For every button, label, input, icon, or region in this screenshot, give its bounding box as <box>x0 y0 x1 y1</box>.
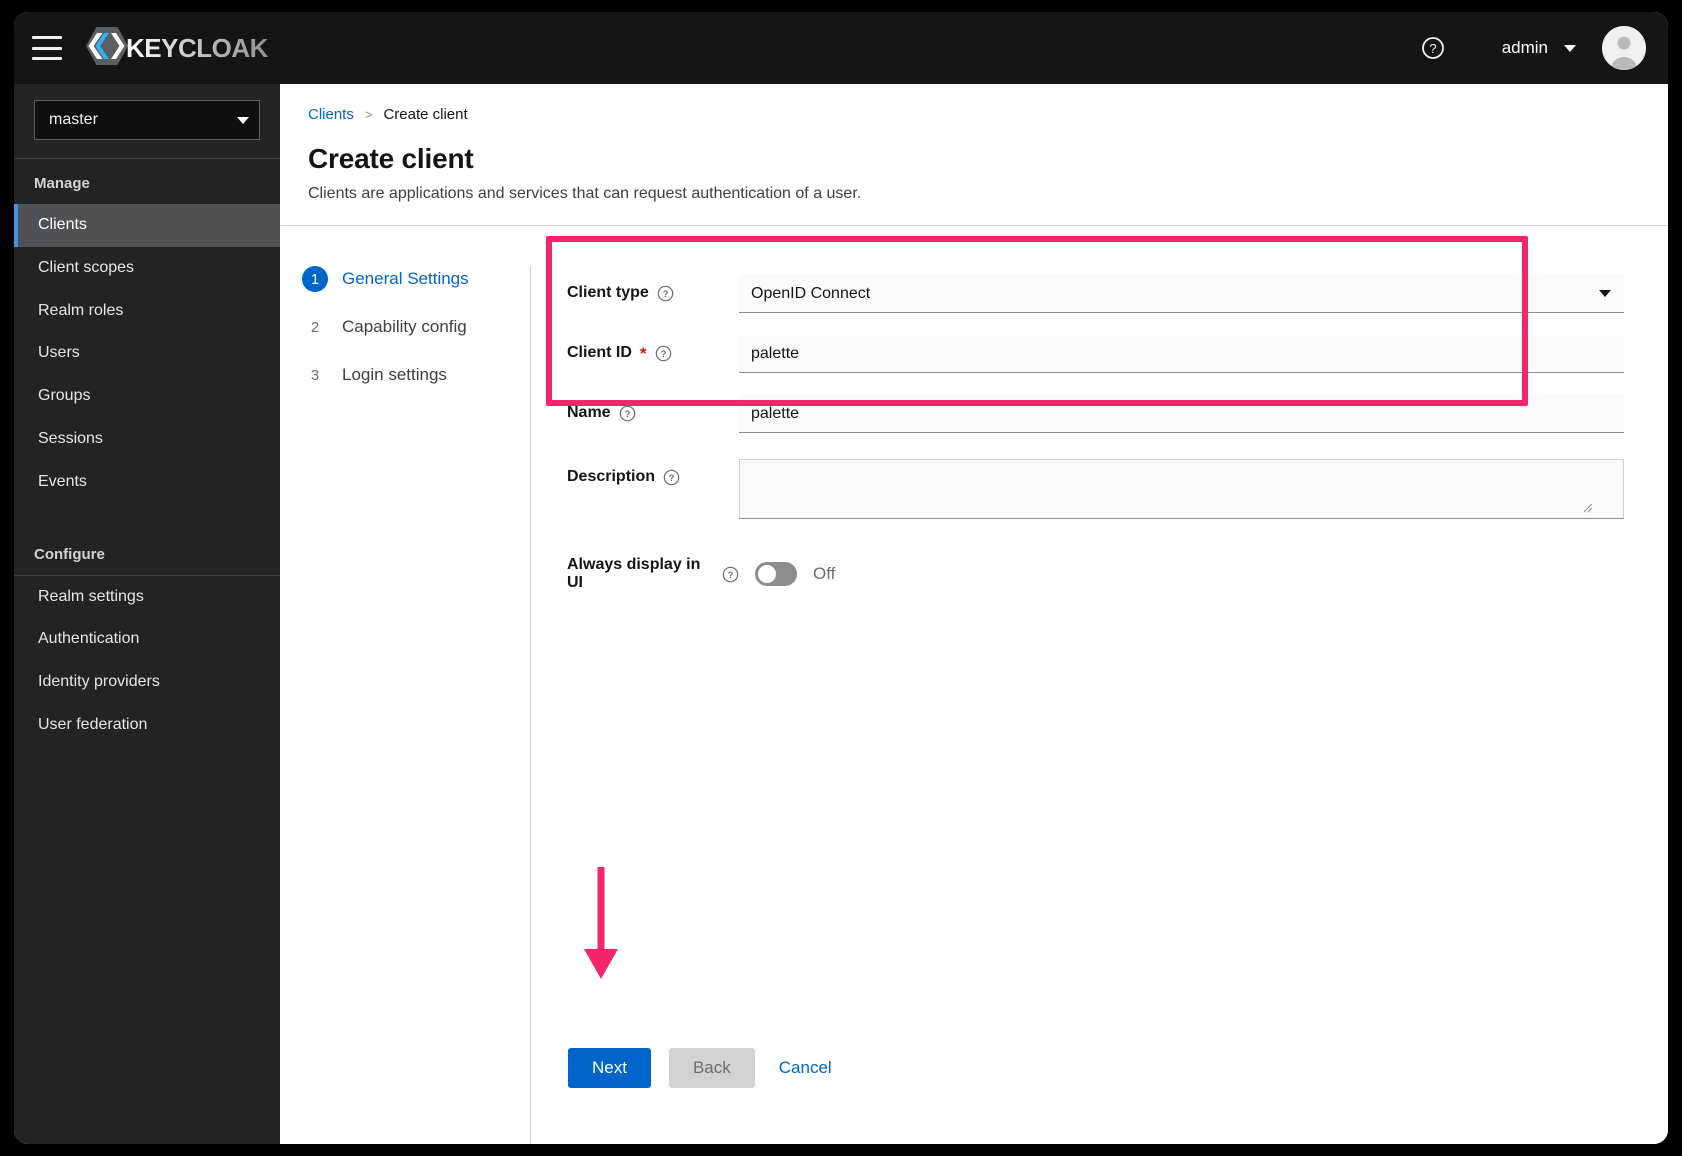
required-marker: * <box>639 343 647 363</box>
sidebar-item-realm-settings[interactable]: Realm settings <box>14 576 280 619</box>
sidebar-item-sessions[interactable]: Sessions <box>14 418 280 461</box>
create-client-wizard: 1 General Settings 2 Capability config 3… <box>280 226 1668 605</box>
label-text: Description <box>567 468 656 485</box>
wizard-step-capability-config[interactable]: 2 Capability config <box>302 314 530 340</box>
avatar[interactable] <box>1602 26 1646 70</box>
description-field <box>739 459 1624 524</box>
wizard-step-label: Login settings <box>342 365 447 384</box>
help-icon[interactable]: ? <box>655 345 672 362</box>
breadcrumb: Clients > Create client <box>308 106 1640 123</box>
field-row-client-id: Client ID * ? <box>553 326 1638 382</box>
label-description: Description ? <box>567 459 739 486</box>
wizard-step-number: 1 <box>302 266 328 292</box>
sidebar-item-realm-roles[interactable]: Realm roles <box>14 290 280 333</box>
chevron-down-icon <box>1564 44 1576 52</box>
sidebar-item-identity-providers[interactable]: Identity providers <box>14 661 280 704</box>
label-text: Always display in UI <box>567 556 701 591</box>
page-title: Create client <box>308 143 474 174</box>
masthead-actions: ? admin <box>1410 25 1668 71</box>
help-icon[interactable]: ? <box>619 405 636 422</box>
cancel-button[interactable]: Cancel <box>773 1048 838 1088</box>
client-type-select[interactable]: OpenID Connect <box>739 275 1624 313</box>
sidebar-item-clients[interactable]: Clients <box>14 204 280 247</box>
breadcrumb-link-clients[interactable]: Clients <box>308 106 354 123</box>
user-name: admin <box>1501 38 1548 57</box>
wizard-step-general-settings[interactable]: 1 General Settings <box>302 266 530 292</box>
svg-text:?: ? <box>1429 41 1436 56</box>
sidebar-item-users[interactable]: Users <box>14 332 280 375</box>
realm-selector[interactable]: master <box>34 100 260 140</box>
sidebar-item-client-scopes[interactable]: Client scopes <box>14 247 280 290</box>
realm-selector-value: master <box>49 111 98 128</box>
svg-text:?: ? <box>660 349 666 360</box>
always-display-toggle[interactable] <box>755 562 797 586</box>
label-text: Name <box>567 404 611 421</box>
svg-text:?: ? <box>624 409 630 420</box>
svg-text:?: ? <box>669 473 675 484</box>
nav-group-manage: Manage Clients Client scopes Realm roles… <box>14 159 280 504</box>
label-client-type: Client type ? <box>567 275 739 302</box>
nav-group-title-manage: Manage <box>34 175 90 192</box>
masthead: KEYCLOAK ? admin <box>14 12 1668 84</box>
client-id-field <box>739 335 1624 373</box>
label-text: Client type <box>567 284 649 301</box>
client-type-select-wrap: OpenID Connect <box>739 275 1624 313</box>
sidebar: master Manage Clients Client scopes Real… <box>14 84 280 1144</box>
nav-group-configure: Configure Realm settings Authentication … <box>14 530 280 747</box>
sidebar-item-groups[interactable]: Groups <box>14 375 280 418</box>
main-content: Clients > Create client Create client Cl… <box>280 84 1668 1144</box>
help-icon[interactable]: ? <box>1410 25 1456 71</box>
back-button: Back <box>668 1048 755 1088</box>
page-header: Clients > Create client Create client Cl… <box>280 84 1668 225</box>
help-icon[interactable]: ? <box>657 285 674 302</box>
name-input[interactable] <box>739 395 1624 433</box>
chevron-down-icon <box>237 116 249 124</box>
sidebar-item-authentication[interactable]: Authentication <box>14 618 280 661</box>
toggle-knob <box>758 565 776 583</box>
wizard-step-number: 2 <box>310 318 320 336</box>
description-textarea[interactable] <box>739 459 1624 519</box>
wizard-step-label: General Settings <box>342 269 469 288</box>
wizard-step-label: Capability config <box>342 317 467 336</box>
wizard-footer-actions: Next Back Cancel <box>568 1048 838 1088</box>
app-window: KEYCLOAK ? admin master Manage Clients C… <box>14 12 1668 1144</box>
help-icon[interactable]: ? <box>663 469 680 486</box>
nav-group-title-configure: Configure <box>34 545 105 563</box>
label-always-display: Always display in UI ? <box>567 556 739 592</box>
svg-text:?: ? <box>662 289 668 300</box>
label-text: Client ID <box>567 344 632 361</box>
label-name: Name ? <box>567 395 739 422</box>
wizard-divider-extension <box>530 344 531 1144</box>
field-row-description: Description ? <box>553 450 1638 533</box>
realm-selector-wrap: master <box>14 84 280 158</box>
sidebar-item-events[interactable]: Events <box>14 461 280 504</box>
page-subtitle: Clients are applications and services th… <box>308 185 862 202</box>
name-field <box>739 395 1624 433</box>
menu-toggle-icon[interactable] <box>32 36 62 60</box>
breadcrumb-separator-icon: > <box>364 107 373 122</box>
general-settings-form: Client type ? OpenID Connect Client ID *… <box>553 266 1668 605</box>
wizard-steps: 1 General Settings 2 Capability config 3… <box>280 266 530 605</box>
next-button[interactable]: Next <box>568 1048 651 1088</box>
breadcrumb-current: Create client <box>383 106 468 123</box>
help-icon[interactable]: ? <box>722 566 739 583</box>
user-menu[interactable]: admin <box>1502 38 1576 58</box>
field-row-name: Name ? <box>553 386 1638 442</box>
sidebar-item-user-federation[interactable]: User federation <box>14 704 280 747</box>
field-row-always-display: Always display in UI ? Off <box>553 547 1638 601</box>
svg-text:?: ? <box>728 570 734 581</box>
wizard-step-number: 3 <box>310 366 320 384</box>
field-row-client-type: Client type ? OpenID Connect <box>553 266 1638 322</box>
client-id-input[interactable] <box>739 335 1624 373</box>
keycloak-logo[interactable]: KEYCLOAK <box>86 26 268 71</box>
keycloak-hexagon-icon <box>86 26 128 71</box>
always-display-state: Off <box>813 564 836 583</box>
label-client-id: Client ID * ? <box>567 335 739 362</box>
wizard-step-login-settings[interactable]: 3 Login settings <box>302 362 530 388</box>
brand-text: KEYCLOAK <box>126 32 268 63</box>
